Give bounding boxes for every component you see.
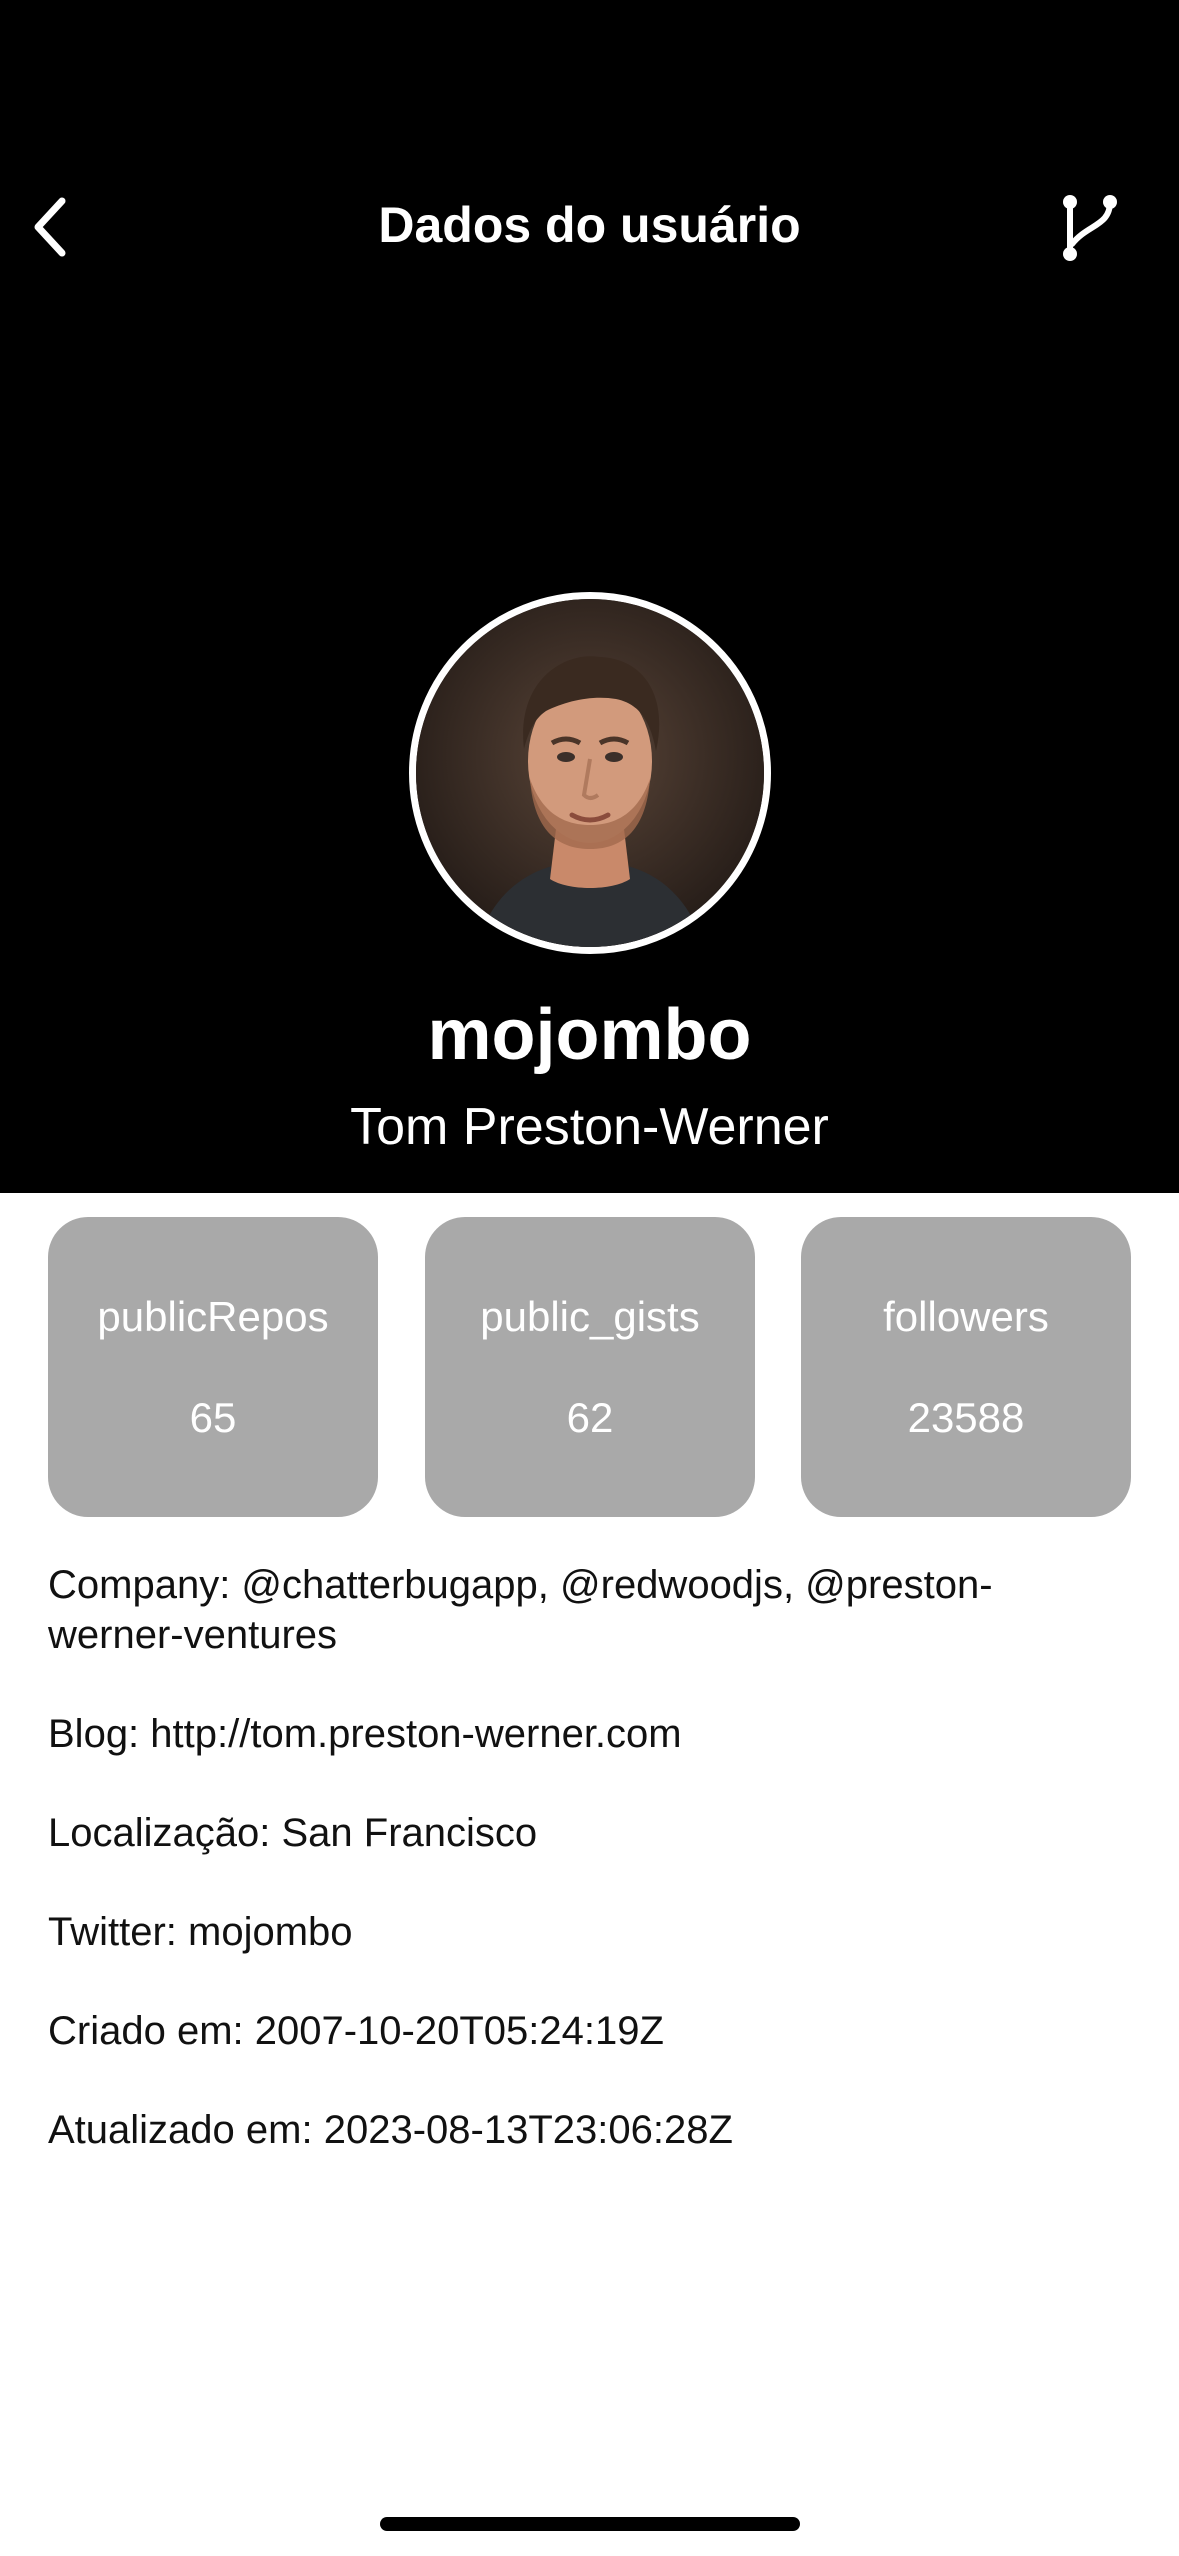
stats-row: publicRepos 65 public_gists 62 followers… [48,1217,1131,1517]
created-at-text: Criado em: 2007-10-20T05:24:19Z [48,2009,664,2053]
stat-card-public-gists: public_gists 62 [425,1217,755,1517]
stat-value: 23588 [907,1394,1025,1441]
stat-value: 65 [189,1394,237,1441]
branch-button[interactable] [1050,188,1130,268]
blog-text: Blog: http://tom.preston-werner.com [48,1712,682,1756]
stat-card-public-repos: publicRepos 65 [48,1217,378,1517]
page-title: Dados do usuário [378,197,801,253]
stat-label: followers [883,1293,1049,1340]
company-text: Company: @chatterbugapp, @redwoodjs, @pr… [48,1563,993,1657]
location-text: Localização: San Francisco [48,1811,538,1855]
user-details: Company: @chatterbugapp, @redwoodjs, @pr… [48,1560,1088,2204]
git-branch-icon [1063,195,1117,261]
profile-header: Dados do usuário mojombo Tom Preston-Wer… [0,0,1179,1193]
user-detail-screen: Dados do usuário mojombo Tom Preston-Wer… [0,0,1179,2556]
stat-label: publicRepos [97,1293,329,1340]
stat-value: 62 [566,1394,614,1441]
stat-card-followers: followers 23588 [801,1217,1131,1517]
stat-label: public_gists [480,1293,700,1340]
username: mojombo [427,995,752,1075]
home-indicator[interactable] [380,2517,800,2531]
profile-photo [416,599,764,947]
twitter-text: Twitter: mojombo [48,1910,353,1954]
avatar [409,592,771,954]
full-name: Tom Preston-Werner [350,1098,829,1156]
updated-at-text: Atualizado em: 2023-08-13T23:06:28Z [48,2108,733,2152]
